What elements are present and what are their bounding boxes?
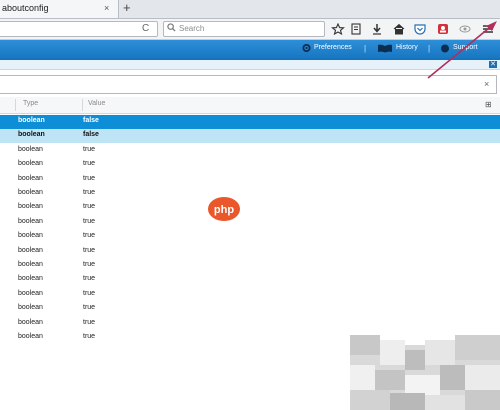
- table-row[interactable]: boolean true: [0, 173, 500, 187]
- table-row[interactable]: boolean false: [0, 115, 500, 129]
- row-type: boolean: [18, 131, 45, 139]
- row-type: boolean: [18, 275, 43, 283]
- tab-close-icon[interactable]: ×: [104, 3, 109, 13]
- tab-title: aboutconfig: [2, 3, 49, 13]
- row-value: true: [83, 261, 96, 268]
- row-type: boolean: [18, 246, 43, 254]
- table-row[interactable]: boolean true: [0, 288, 500, 302]
- table-row[interactable]: boolean true: [0, 317, 500, 331]
- column-header-value[interactable]: Value: [88, 100, 105, 107]
- column-header-type[interactable]: Type: [23, 100, 38, 107]
- column-divider: [15, 99, 16, 111]
- table-header: [0, 97, 500, 114]
- download-icon[interactable]: [370, 23, 384, 35]
- search-placeholder: Search: [179, 24, 205, 33]
- row-type: boolean: [18, 289, 43, 297]
- url-bar[interactable]: C: [0, 21, 158, 37]
- history-book-icon: [378, 44, 392, 53]
- gear-icon: [302, 43, 311, 53]
- row-value: true: [83, 304, 96, 312]
- home-icon[interactable]: [392, 23, 406, 35]
- watermark-text: 中文网: [240, 204, 282, 220]
- row-type: boolean: [18, 333, 43, 340]
- search-input[interactable]: Search: [163, 21, 325, 37]
- row-value: true: [83, 318, 96, 326]
- row-value: true: [83, 246, 96, 254]
- row-value: true: [83, 232, 96, 240]
- row-type: boolean: [18, 145, 43, 153]
- toolbar-separator: |: [364, 44, 367, 53]
- row-type: boolean: [18, 261, 43, 268]
- row-type: boolean: [18, 318, 43, 326]
- table-row[interactable]: boolean true: [0, 259, 500, 273]
- clear-filter-icon[interactable]: ×: [484, 79, 489, 89]
- row-type: boolean: [18, 117, 45, 124]
- bookmark-star-icon[interactable]: [331, 23, 345, 35]
- annotation-arrow: [427, 21, 497, 79]
- row-type: boolean: [18, 232, 43, 240]
- row-type: boolean: [18, 217, 43, 225]
- table-row[interactable]: boolean true: [0, 302, 500, 316]
- row-value: true: [83, 174, 96, 182]
- row-type: boolean: [18, 203, 43, 211]
- row-value: true: [83, 160, 96, 168]
- history-button[interactable]: History: [396, 44, 418, 51]
- column-picker-icon[interactable]: ⊞: [485, 100, 492, 109]
- row-value: true: [83, 289, 96, 297]
- table-row[interactable]: boolean true: [0, 230, 500, 244]
- column-divider: [82, 99, 83, 111]
- new-tab-button[interactable]: +: [123, 1, 131, 15]
- reading-list-icon[interactable]: [349, 23, 363, 35]
- row-value: true: [83, 203, 96, 211]
- row-type: boolean: [18, 174, 43, 182]
- tab-aboutconfig[interactable]: aboutconfig ×: [0, 0, 119, 18]
- row-type: boolean: [18, 189, 43, 196]
- blurred-area: [350, 335, 500, 410]
- table-row[interactable]: boolean false: [0, 129, 500, 144]
- table-row[interactable]: boolean true: [0, 158, 500, 172]
- row-type: boolean: [18, 160, 43, 168]
- row-value: true: [83, 145, 96, 153]
- row-value: true: [83, 275, 96, 283]
- row-value: false: [83, 117, 99, 124]
- row-value: true: [83, 217, 96, 225]
- row-value: true: [83, 333, 96, 340]
- table-row[interactable]: boolean true: [0, 273, 500, 287]
- table-row[interactable]: boolean true: [0, 245, 500, 259]
- reload-icon[interactable]: C: [142, 23, 149, 34]
- table-row[interactable]: boolean true: [0, 144, 500, 158]
- preferences-button[interactable]: Preferences: [314, 44, 352, 51]
- watermark-logo-text: php: [214, 204, 234, 216]
- row-value: false: [83, 131, 99, 139]
- row-value: true: [83, 189, 96, 196]
- search-icon: [167, 23, 176, 32]
- row-type: boolean: [18, 304, 43, 312]
